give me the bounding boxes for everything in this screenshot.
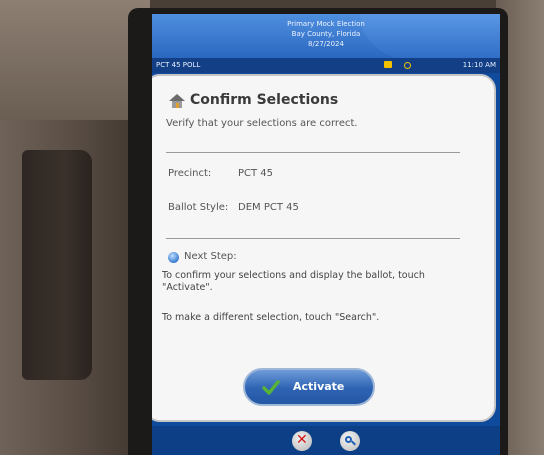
search-icon-handle [351,440,356,446]
election-date: 8/27/2024 [308,40,344,48]
election-header: Primary Mock Election Bay County, Florid… [152,14,500,62]
precinct-value: PCT 45 [238,168,274,179]
info-icon [168,252,179,263]
county-name: Bay County, Florida [291,30,361,38]
next-step-label: Next Step: [184,251,237,262]
divider [166,238,460,239]
activate-button[interactable]: Activate [243,368,375,406]
ballot-style-value: DEM PCT 45 [238,202,299,213]
document-icon [384,61,392,68]
checkmark-icon [262,380,280,395]
poll-name: PCT 45 POLL [156,61,201,69]
bottom-toolbar: ✕ [152,426,500,455]
voting-screen: Primary Mock Election Bay County, Florid… [152,14,500,455]
dialog-subtitle: Verify that your selections are correct. [166,118,358,129]
confirm-dialog: Confirm Selections Verify that your sele… [152,74,496,422]
dialog-title: Confirm Selections [190,92,339,108]
search-button[interactable] [340,431,360,451]
ballot-style-label: Ballot Style: [168,202,229,213]
divider [166,152,460,153]
election-name: Primary Mock Election [287,20,365,28]
activate-instruction: To confirm your selections and display t… [162,270,425,293]
cancel-icon: ✕ [296,432,308,448]
device-handle [22,150,92,380]
precinct-label: Precinct: [168,168,212,179]
house-icon [169,94,185,108]
search-instruction: To make a different selection, touch "Se… [162,312,380,323]
cancel-button[interactable]: ✕ [292,431,312,451]
settings-icon [404,62,411,69]
activate-button-label: Activate [293,380,345,393]
status-bar: PCT 45 POLL 11:10 AM [152,58,500,73]
clock: 11:10 AM [462,61,496,69]
